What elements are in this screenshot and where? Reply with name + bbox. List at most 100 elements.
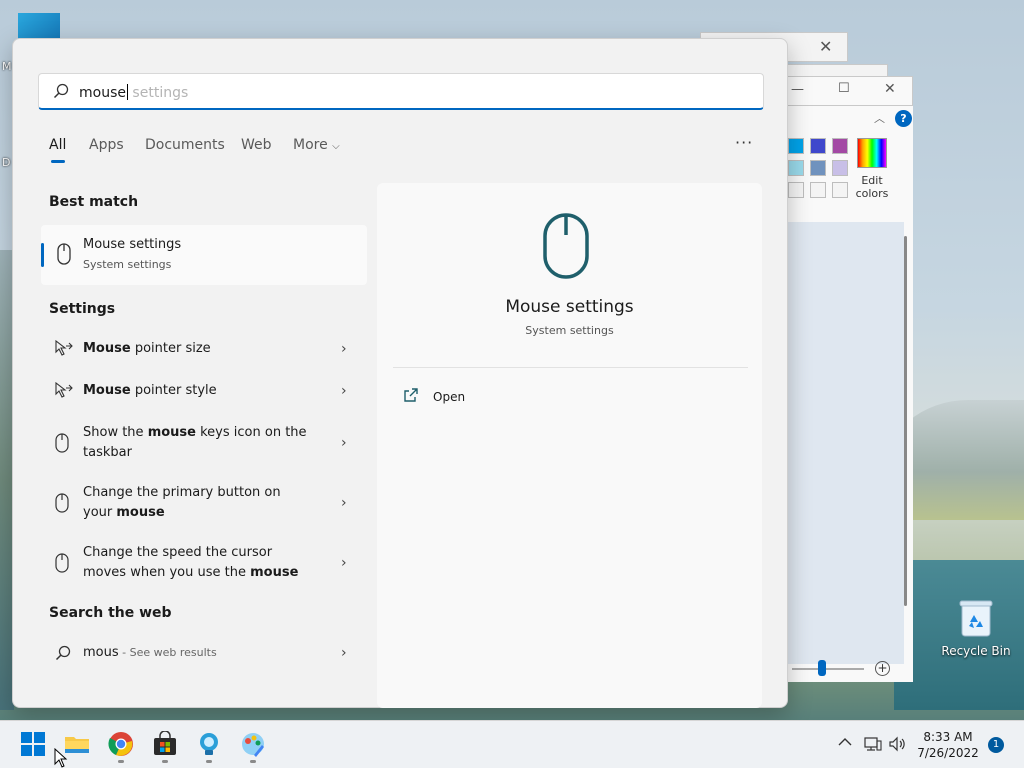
zoom-in-icon[interactable]: + bbox=[875, 661, 890, 676]
text-bold: Mouse bbox=[83, 341, 131, 356]
open-button[interactable]: Open bbox=[433, 390, 465, 404]
recycle-bin[interactable]: Recycle Bin bbox=[940, 598, 1012, 658]
color-swatch[interactable] bbox=[810, 138, 826, 154]
mouse-icon bbox=[543, 213, 589, 283]
web-results-hint: - See web results bbox=[118, 646, 217, 659]
best-match-item[interactable]: Mouse settings System settings bbox=[41, 225, 367, 285]
web-query: mous bbox=[83, 645, 119, 660]
windows-start-icon[interactable] bbox=[20, 731, 46, 757]
tab-apps[interactable]: Apps bbox=[89, 137, 124, 153]
edit-colors-icon[interactable] bbox=[857, 138, 887, 168]
chevron-right-icon: › bbox=[341, 383, 347, 399]
close-icon[interactable]: ✕ bbox=[884, 81, 896, 97]
mouse-icon bbox=[55, 553, 69, 577]
chevron-down-icon: ⌵ bbox=[332, 141, 340, 152]
paint-icon[interactable] bbox=[240, 731, 266, 763]
list-item-change-cursor-speed[interactable]: Change the speed the cursor moves when y… bbox=[41, 543, 367, 587]
chevron-right-icon: › bbox=[341, 645, 347, 661]
active-tab-indicator bbox=[51, 160, 65, 163]
list-item-web-search[interactable]: mous - See web results › bbox=[41, 641, 367, 667]
mouse-icon bbox=[55, 493, 69, 517]
list-item-label: Change the primary button on your mouse bbox=[83, 483, 313, 523]
running-indicator bbox=[118, 760, 124, 763]
notification-badge[interactable]: 1 bbox=[988, 737, 1004, 753]
tab-all[interactable]: All bbox=[49, 137, 66, 153]
paint-window: ︿ ? Edit colors + bbox=[787, 106, 913, 682]
list-item-label: Show the mouse keys icon on the taskbar bbox=[83, 423, 313, 463]
color-swatch[interactable] bbox=[832, 182, 848, 198]
ribbon-collapse-icon[interactable]: ︿ bbox=[874, 110, 885, 126]
text-bold: mouse bbox=[250, 565, 299, 580]
paint-canvas[interactable] bbox=[788, 222, 904, 664]
chevron-right-icon: › bbox=[341, 555, 347, 571]
desktop-icon-label-d: D bbox=[2, 156, 11, 169]
minimize-icon[interactable]: — bbox=[791, 82, 804, 97]
text-bold: mouse bbox=[147, 425, 196, 440]
network-icon[interactable] bbox=[864, 736, 882, 756]
zoom-slider-track[interactable] bbox=[792, 668, 864, 670]
close-icon[interactable]: ✕ bbox=[819, 37, 832, 56]
maximize-icon[interactable]: ☐ bbox=[838, 81, 850, 96]
best-match-heading: Best match bbox=[49, 194, 139, 210]
search-the-web-heading: Search the web bbox=[49, 605, 172, 621]
color-swatch[interactable] bbox=[788, 138, 804, 154]
microsoft-store-icon[interactable] bbox=[152, 730, 178, 763]
color-swatch[interactable] bbox=[832, 138, 848, 154]
tips-icon[interactable] bbox=[196, 731, 222, 763]
tab-web[interactable]: Web bbox=[241, 137, 272, 153]
pointer-style-icon bbox=[55, 381, 73, 402]
edit-colors-label[interactable]: Edit colors bbox=[852, 174, 892, 200]
list-item-label: mous - See web results bbox=[83, 643, 313, 663]
best-match-title: Mouse settings bbox=[83, 237, 182, 252]
running-indicator bbox=[162, 760, 168, 763]
preview-title: Mouse settings bbox=[505, 297, 634, 317]
search-input[interactable]: mouse settings bbox=[38, 73, 764, 110]
taskbar: 8:33 AM 7/26/2022 1 bbox=[0, 720, 1024, 768]
list-item-show-mouse-keys[interactable]: Show the mouse keys icon on the taskbar … bbox=[41, 423, 367, 467]
color-swatch[interactable] bbox=[810, 160, 826, 176]
text-prefix: Show the bbox=[83, 425, 148, 440]
chevron-right-icon: › bbox=[341, 341, 347, 357]
chrome-icon[interactable] bbox=[108, 731, 134, 763]
settings-heading: Settings bbox=[49, 301, 116, 317]
tab-more-label: More bbox=[293, 137, 328, 153]
divider bbox=[393, 367, 748, 368]
search-query: mouse settings bbox=[79, 84, 188, 101]
chevron-right-icon: › bbox=[341, 495, 347, 511]
clock-date: 7/26/2022 bbox=[917, 746, 979, 760]
desktop-shortcut-icon[interactable] bbox=[18, 13, 60, 41]
clock-time: 8:33 AM bbox=[923, 730, 973, 744]
color-swatch[interactable] bbox=[810, 182, 826, 198]
preview-subtitle: System settings bbox=[525, 324, 614, 337]
best-match-subtitle: System settings bbox=[83, 258, 172, 271]
color-swatch[interactable] bbox=[832, 160, 848, 176]
zoom-slider-thumb[interactable] bbox=[818, 660, 826, 676]
vertical-scrollbar[interactable] bbox=[904, 236, 907, 606]
list-item-mouse-pointer-style[interactable]: Mouse pointer style › bbox=[41, 379, 367, 405]
search-typed-text: mouse bbox=[79, 85, 126, 101]
color-swatch[interactable] bbox=[788, 160, 804, 176]
search-icon bbox=[55, 645, 71, 665]
text-bold: mouse bbox=[116, 505, 165, 520]
more-options-button[interactable]: ··· bbox=[735, 133, 753, 152]
text-prefix: Change the primary button on your bbox=[83, 485, 281, 520]
paint-title-bar[interactable]: — ☐ ✕ bbox=[787, 76, 913, 106]
desktop-icon-label-m: M bbox=[2, 60, 12, 73]
help-icon[interactable]: ? bbox=[895, 110, 912, 127]
show-hidden-icons-chevron-up-icon[interactable] bbox=[838, 735, 852, 751]
tab-more[interactable]: More ⌵ bbox=[293, 137, 340, 153]
list-item-label: Change the speed the cursor moves when y… bbox=[83, 543, 313, 583]
tab-documents[interactable]: Documents bbox=[145, 137, 225, 153]
running-indicator bbox=[250, 760, 256, 763]
volume-icon[interactable] bbox=[889, 736, 907, 756]
list-item-change-primary-button[interactable]: Change the primary button on your mouse … bbox=[41, 483, 367, 527]
color-swatch[interactable] bbox=[788, 182, 804, 198]
recycle-bin-icon bbox=[959, 598, 993, 638]
list-item-mouse-pointer-size[interactable]: Mouse pointer size › bbox=[41, 337, 367, 363]
system-clock[interactable]: 8:33 AM 7/26/2022 bbox=[908, 729, 988, 761]
selection-indicator bbox=[41, 243, 44, 267]
open-external-icon[interactable] bbox=[403, 387, 419, 407]
start-search-panel: mouse settings All Apps Documents Web Mo… bbox=[12, 38, 788, 708]
text-suffix: pointer size bbox=[130, 341, 211, 356]
result-preview-pane: Mouse settings System settings Open bbox=[377, 183, 762, 708]
